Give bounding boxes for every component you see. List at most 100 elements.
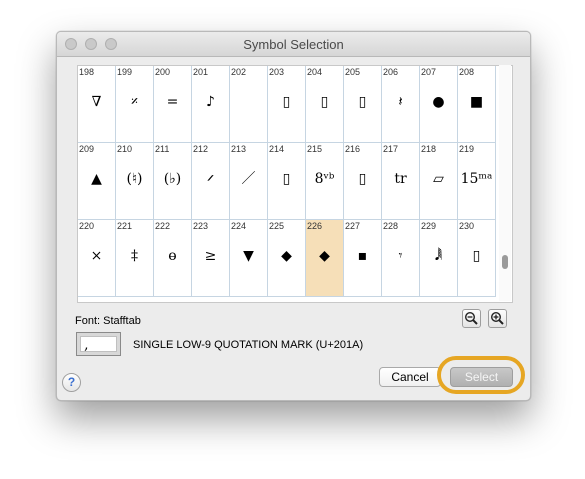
symbol-cell-206[interactable]: 206 𝄽: [382, 66, 420, 143]
symbol-cell-202[interactable]: 202: [230, 66, 268, 143]
symbol-cell-222[interactable]: 222 ɵ: [154, 220, 192, 297]
symbol-cell-218[interactable]: 218 ▱: [420, 143, 458, 220]
symbol-number: 223: [193, 221, 209, 231]
symbol-cell-214[interactable]: 214 ▯: [268, 143, 306, 220]
symbol-glyph: ▯: [282, 94, 291, 110]
symbol-cell-226[interactable]: 226 ◆: [306, 220, 344, 297]
symbol-glyph: tr: [394, 171, 407, 187]
symbol-cell-220[interactable]: 220 ×: [78, 220, 116, 297]
symbol-number: 202: [231, 67, 247, 77]
symbol-cell-200[interactable]: 200 =: [154, 66, 192, 143]
symbol-glyph: ∇: [91, 94, 102, 110]
symbol-cell-201[interactable]: 201 ♪: [192, 66, 230, 143]
symbol-glyph: ◆: [281, 248, 292, 264]
symbol-glyph: ▯: [320, 94, 329, 110]
symbol-number: 224: [231, 221, 247, 231]
symbol-cell-229[interactable]: 229 𝅘𝅥𝅲: [420, 220, 458, 297]
symbol-number: 205: [345, 67, 361, 77]
zoom-out-button[interactable]: [462, 309, 481, 328]
symbol-cell-227[interactable]: 227 ▪: [344, 220, 382, 297]
symbol-glyph: ‡: [131, 248, 138, 264]
symbol-glyph: ≥: [204, 248, 217, 264]
symbol-preview: ‚: [76, 332, 121, 356]
zoom-out-icon: [464, 311, 478, 325]
symbol-number: 199: [117, 67, 133, 77]
symbol-number: 208: [459, 67, 475, 77]
symbol-cell-208[interactable]: 208 ■: [458, 66, 496, 143]
symbol-number: 206: [383, 67, 399, 77]
symbol-glyph: ●: [432, 94, 445, 110]
symbol-glyph: ɵ: [168, 248, 177, 264]
symbol-glyph: 8ᵛᵇ: [314, 171, 335, 187]
symbol-cell-203[interactable]: 203 ▯: [268, 66, 306, 143]
font-label: Font: Stafftab: [75, 315, 141, 327]
symbol-cell-210[interactable]: 210 (♮): [116, 143, 154, 220]
symbol-cell-204[interactable]: 204 ▯: [306, 66, 344, 143]
title-bar: Symbol Selection: [57, 32, 530, 57]
symbol-grid: 198 ∇ 199 𝄎 200 = 201 ♪ 202 203 ▯ 204 ▯ 205 ▯ 206 𝄽 207 ● 2…: [77, 65, 513, 303]
symbol-number: 222: [155, 221, 171, 231]
symbol-glyph: 𝄽: [398, 94, 403, 110]
cancel-button[interactable]: Cancel: [379, 367, 441, 387]
symbol-cell-224[interactable]: 224 ▼: [230, 220, 268, 297]
symbol-cell-207[interactable]: 207 ●: [420, 66, 458, 143]
symbol-glyph: 15ᵐᵃ: [460, 171, 493, 187]
grid-scrollbar[interactable]: [499, 65, 511, 301]
symbol-number: 218: [421, 144, 437, 154]
symbol-number: 201: [193, 67, 209, 77]
symbol-glyph: ▯: [358, 94, 367, 110]
symbol-cell-213[interactable]: 213 ／: [230, 143, 268, 220]
symbol-glyph: ▼: [243, 248, 254, 264]
symbol-cell-223[interactable]: 223 ≥: [192, 220, 230, 297]
scrollbar-thumb[interactable]: [502, 255, 508, 269]
symbol-cell-217[interactable]: 217 tr: [382, 143, 420, 220]
symbol-glyph: 𝄍: [207, 171, 214, 187]
symbol-cell-225[interactable]: 225 ◆: [268, 220, 306, 297]
symbol-cell-205[interactable]: 205 ▯: [344, 66, 382, 143]
symbol-number: 209: [79, 144, 95, 154]
symbol-number: 214: [269, 144, 285, 154]
symbol-glyph: 𝄎: [131, 94, 138, 110]
symbol-number: 207: [421, 67, 437, 77]
symbol-number: 229: [421, 221, 437, 231]
symbol-cell-209[interactable]: 209 ▲: [78, 143, 116, 220]
symbol-number: 226: [307, 221, 323, 231]
symbol-glyph: ▱: [433, 171, 444, 187]
symbol-number: 216: [345, 144, 361, 154]
symbol-number: 217: [383, 144, 399, 154]
symbol-cell-198[interactable]: 198 ∇: [78, 66, 116, 143]
symbol-number: 212: [193, 144, 209, 154]
symbol-cell-215[interactable]: 215 8ᵛᵇ: [306, 143, 344, 220]
symbol-cell-219[interactable]: 219 15ᵐᵃ: [458, 143, 496, 220]
symbol-glyph: ▪: [357, 248, 368, 264]
symbol-cell-228[interactable]: 228 𝄾: [382, 220, 420, 297]
symbol-cell-216[interactable]: 216 ▯: [344, 143, 382, 220]
zoom-in-button[interactable]: [488, 309, 507, 328]
symbol-glyph: ▲: [91, 171, 102, 187]
character-name: SINGLE LOW-9 QUOTATION MARK (U+201A): [133, 339, 364, 351]
symbol-glyph: ×: [90, 248, 103, 264]
symbol-glyph: (♮): [126, 171, 143, 187]
symbol-cell-230[interactable]: 230 ▯: [458, 220, 496, 297]
symbol-number: 213: [231, 144, 247, 154]
symbol-glyph: 𝅘𝅥𝅲: [434, 248, 443, 264]
symbol-cell-221[interactable]: 221 ‡: [116, 220, 154, 297]
symbol-glyph: ▯: [282, 171, 291, 187]
symbol-number: 230: [459, 221, 475, 231]
symbol-number: 198: [79, 67, 95, 77]
symbol-glyph: =: [166, 94, 179, 110]
preview-glyph: ‚: [84, 337, 89, 353]
symbol-number: 221: [117, 221, 133, 231]
help-button[interactable]: ?: [62, 373, 81, 392]
symbol-number: 219: [459, 144, 475, 154]
symbol-number: 225: [269, 221, 285, 231]
zoom-in-icon: [490, 311, 504, 325]
symbol-number: 227: [345, 221, 361, 231]
symbol-selection-dialog: Symbol Selection 198 ∇ 199 𝄎 200 = 201 ♪ 202 203 ▯…: [56, 31, 531, 401]
symbol-number: 204: [307, 67, 323, 77]
symbol-number: 220: [79, 221, 95, 231]
symbol-cell-199[interactable]: 199 𝄎: [116, 66, 154, 143]
symbol-cell-212[interactable]: 212 𝄍: [192, 143, 230, 220]
symbol-cell-211[interactable]: 211 (♭): [154, 143, 192, 220]
symbol-glyph: ♪: [206, 94, 215, 110]
